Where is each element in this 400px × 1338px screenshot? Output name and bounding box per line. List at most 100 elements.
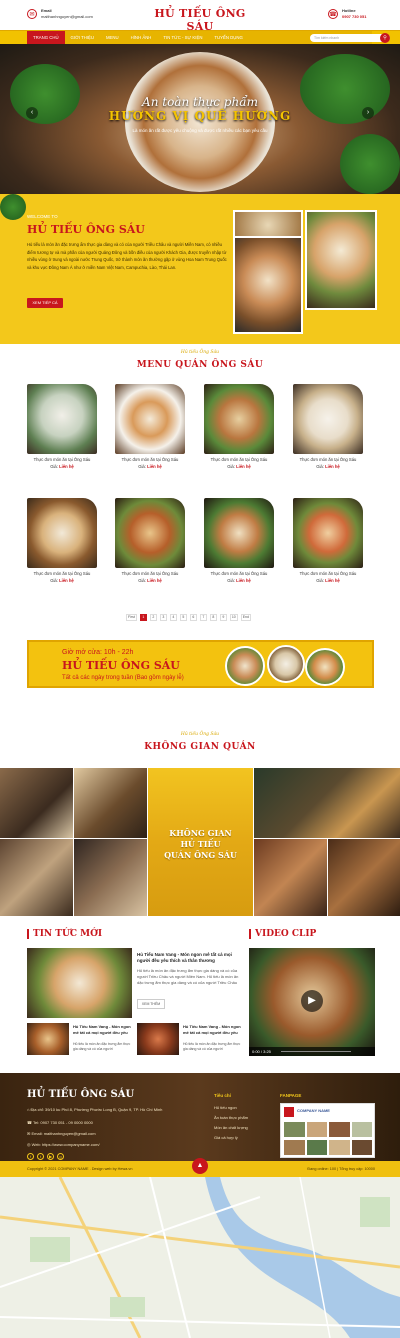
news-more-button[interactable]: XEM THÊM xyxy=(137,999,165,1009)
product-card[interactable]: Thực đơn món ăn tại Ông Sáu Giá: Liên hệ xyxy=(293,498,363,583)
page-first[interactable]: First xyxy=(126,614,137,621)
gallery-photo[interactable] xyxy=(0,768,73,838)
product-price: Giá: Liên hệ xyxy=(50,464,74,469)
scroll-top-icon[interactable]: ▲ xyxy=(192,1158,208,1174)
play-icon[interactable]: ▶ xyxy=(301,990,323,1012)
product-name[interactable]: Thực đơn món ăn tại Ông Sáu xyxy=(27,571,97,576)
footer-link[interactable]: Ăn toàn thực phẩm xyxy=(214,1115,248,1121)
gallery-photo[interactable] xyxy=(254,768,400,838)
product-card[interactable]: Thực đơn món ăn tại Ông Sáu Giá: Liên hệ xyxy=(27,498,97,583)
product-name[interactable]: Thực đơn món ăn tại Ông Sáu xyxy=(204,571,274,576)
nav-item-home[interactable]: TRANG CHỦ xyxy=(27,31,65,45)
hotline-value[interactable]: 0907 730 051 xyxy=(342,14,366,19)
page-link[interactable]: 9 xyxy=(219,614,227,621)
fanpage-name[interactable]: COMPANY NAME xyxy=(297,1108,330,1113)
page-link[interactable]: 4 xyxy=(169,614,177,621)
product-image[interactable] xyxy=(204,498,274,568)
video-player[interactable]: ▶ 0:00 / 3:25 xyxy=(249,948,375,1056)
opening-hours-banner: Giờ mở cửa: 10h - 22h HỦ TIẾU ÔNG SÁU Tấ… xyxy=(27,640,374,688)
gallery-photo[interactable] xyxy=(254,839,327,916)
about-photo-3 xyxy=(305,210,377,310)
news-thumb[interactable] xyxy=(27,1023,69,1055)
product-card[interactable]: Thực đơn món ăn tại Ông Sáu Giá: Liên hệ xyxy=(204,384,274,469)
footer-link[interactable]: Giá cả hợp lý xyxy=(214,1135,238,1141)
product-price: Giá: Liên hệ xyxy=(50,578,74,583)
read-more-button[interactable]: XEM TIẾP CÁ xyxy=(27,298,63,308)
page-link[interactable]: 1 xyxy=(139,614,147,621)
nav-item-news[interactable]: TIN TỨC - SỰ KIỆN xyxy=(157,31,208,45)
product-name[interactable]: Thực đơn món ăn tại Ông Sáu xyxy=(293,571,363,576)
page-link[interactable]: 7 xyxy=(199,614,207,621)
nav-item-jobs[interactable]: TUYỂN DỤNG xyxy=(208,31,248,45)
location-map[interactable] xyxy=(0,1177,400,1338)
product-image[interactable] xyxy=(27,384,97,454)
product-image[interactable] xyxy=(204,384,274,454)
product-card[interactable]: Thực đơn món ăn tại Ông Sáu Giá: Liên hệ xyxy=(115,498,185,583)
fanpage-widget[interactable]: COMPANY NAME xyxy=(280,1103,375,1158)
page-link[interactable]: 6 xyxy=(189,614,197,621)
gallery-photo[interactable] xyxy=(74,768,147,838)
product-price: Giá: Liên hệ xyxy=(138,464,162,469)
product-image[interactable] xyxy=(115,498,185,568)
product-name[interactable]: Thực đơn món ăn tại Ông Sáu xyxy=(204,457,274,462)
gallery-feature[interactable]: KHÔNG GIAN HỦ TIẾU QUÁN ÔNG SÁU xyxy=(148,768,253,916)
product-image[interactable] xyxy=(27,498,97,568)
product-name[interactable]: Thực đơn món ăn tại Ông Sáu xyxy=(115,457,185,462)
about-description: Hủ tiếu là món ăn đặc trưng ẩm thực gia … xyxy=(27,242,227,270)
youtube-icon[interactable]: ▶ xyxy=(47,1153,54,1160)
gallery-photo[interactable] xyxy=(328,839,400,916)
product-image[interactable] xyxy=(115,384,185,454)
phone-icon: ☎ xyxy=(328,9,338,19)
product-name[interactable]: Thực đơn món ăn tại Ông Sáu xyxy=(115,571,185,576)
news-small-headline[interactable]: Hủ Tiếu Nam Vang - Món ngon mê tất cả mọ… xyxy=(73,1024,133,1035)
product-card[interactable]: Thực đơn món ăn tại Ông Sáu Giá: Liên hệ xyxy=(293,384,363,469)
product-price: Giá: Liên hệ xyxy=(227,464,251,469)
twitter-icon[interactable]: t xyxy=(37,1153,44,1160)
google-icon[interactable]: g xyxy=(57,1153,64,1160)
product-card[interactable]: Thực đơn món ăn tại Ông Sáu Giá: Liên hệ xyxy=(27,384,97,469)
page-link[interactable]: 5 xyxy=(179,614,187,621)
video-progress[interactable] xyxy=(281,1051,351,1052)
product-name[interactable]: Thực đơn món ăn tại Ông Sáu xyxy=(27,457,97,462)
hero-line-1: An toàn thực phẩm xyxy=(142,95,258,109)
product-card[interactable]: Thực đơn món ăn tại Ông Sáu Giá: Liên hệ xyxy=(204,498,274,583)
news-title: TIN TỨC MỚI xyxy=(33,929,103,939)
gallery-photo[interactable] xyxy=(0,839,73,916)
footer-address: ⌂ Địa chỉ: 39/10 ku Phố 8, Phường Phước … xyxy=(27,1107,163,1112)
news-main-excerpt: Hủ tiếu là món ăn đặc trưng ẩm thực gia … xyxy=(137,968,239,985)
video-title: VIDEO CLIP xyxy=(255,929,317,939)
product-name[interactable]: Thực đơn món ăn tại Ông Sáu xyxy=(293,457,363,462)
facebook-icon[interactable]: f xyxy=(27,1153,34,1160)
product-image[interactable] xyxy=(293,498,363,568)
footer-link[interactable]: Hủ tiếu ngon xyxy=(214,1105,237,1111)
page-link[interactable]: 10 xyxy=(229,614,238,621)
main-nav: TRANG CHỦ GIỚI THIỆU MENU HÌNH ẢNH TIN T… xyxy=(0,30,400,45)
product-image[interactable] xyxy=(293,384,363,454)
email-label: Email xyxy=(41,8,52,13)
nav-item-menu[interactable]: MENU xyxy=(100,31,125,45)
product-price: Giá: Liên hệ xyxy=(316,578,340,583)
news-main-image[interactable] xyxy=(27,948,132,1018)
page-last[interactable]: End xyxy=(240,614,251,621)
search-icon[interactable]: ⚲ xyxy=(380,33,390,43)
search-input[interactable]: Tìm kiếm nhanh xyxy=(310,34,390,42)
space-subtitle: Hủ tiếu Ông Sáu xyxy=(180,732,220,737)
welcome-text: WELCOME TO xyxy=(27,214,58,219)
menu-subtitle: Hủ tiếu Ông Sáu xyxy=(180,350,220,355)
banner-note: Tất cả các ngày trong tuần (Bao gồm ngày… xyxy=(62,675,184,681)
news-thumb[interactable] xyxy=(137,1023,179,1055)
email-value[interactable]: maithanhnguyen@gmail.com xyxy=(41,14,93,19)
page-link[interactable]: 3 xyxy=(159,614,167,621)
gallery-photo[interactable] xyxy=(74,839,147,916)
news-small-headline[interactable]: Hủ Tiếu Nam Vang - Món ngon mê tất cả mọ… xyxy=(183,1024,241,1035)
nav-item-gallery[interactable]: HÌNH ẢNH xyxy=(125,31,158,45)
about-section: WELCOME TO HỦ TIẾU ÔNG SÁU Hủ tiếu là mó… xyxy=(0,194,400,344)
page-link[interactable]: 8 xyxy=(209,614,217,621)
footer-link[interactable]: Món ăn chất lượng xyxy=(214,1125,248,1131)
online-stats: Đang online: 100 | Tổng truy cập: 10000 xyxy=(307,1167,375,1171)
nav-item-about[interactable]: GIỚI THIỆU xyxy=(65,31,100,45)
footer: HỦ TIẾU ÔNG SÁU ⌂ Địa chỉ: 39/10 ku Phố … xyxy=(0,1073,400,1161)
page-link[interactable]: 2 xyxy=(149,614,157,621)
product-card[interactable]: Thực đơn món ăn tại Ông Sáu Giá: Liên hệ xyxy=(115,384,185,469)
news-main-headline[interactable]: Hủ Tiếu Nam Vang - Món ngon mê tất cả mọ… xyxy=(137,952,240,964)
